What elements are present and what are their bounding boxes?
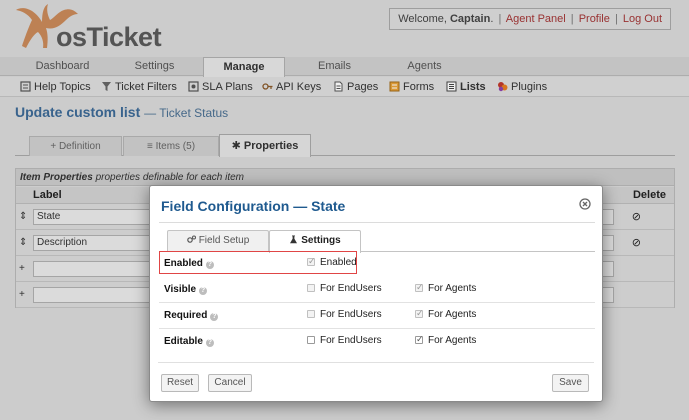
- help-icon[interactable]: ?: [205, 339, 214, 347]
- required-endusers-checkbox[interactable]: For EndUsers: [307, 309, 382, 320]
- flask-icon: [290, 235, 298, 244]
- dialog-tabs: Field Setup Settings: [159, 230, 595, 253]
- dialog-title: Field Configuration — State: [161, 198, 346, 214]
- checkbox-box[interactable]: [307, 310, 315, 318]
- editable-agents-checkbox[interactable]: For Agents: [415, 334, 477, 346]
- checkbox-box[interactable]: [307, 284, 315, 292]
- enabled-highlight-box: [159, 251, 357, 274]
- field-name: Editable?: [164, 336, 214, 347]
- field-name-text: Editable: [164, 336, 203, 347]
- option-label: For Agents: [428, 283, 477, 294]
- tab-settings[interactable]: Settings: [269, 230, 361, 253]
- help-icon[interactable]: ?: [210, 313, 219, 321]
- gears-icon: [186, 235, 196, 243]
- divider: [159, 222, 595, 223]
- option-label: For EndUsers: [320, 335, 382, 346]
- option-label: For Agents: [428, 309, 477, 320]
- tab-field-setup[interactable]: Field Setup: [167, 230, 269, 252]
- field-name: Required?: [164, 310, 219, 321]
- checkbox-box[interactable]: [415, 282, 424, 293]
- visible-endusers-checkbox[interactable]: For EndUsers: [307, 283, 382, 294]
- checkbox-box[interactable]: [307, 336, 315, 344]
- close-icon[interactable]: [579, 198, 591, 210]
- required-agents-checkbox[interactable]: For Agents: [415, 308, 477, 320]
- visible-agents-checkbox[interactable]: For Agents: [415, 282, 477, 294]
- save-button[interactable]: Save: [552, 374, 589, 392]
- field-name-text: Required: [164, 310, 208, 321]
- field-row-editable: Editable? For EndUsers For Agents: [159, 329, 595, 355]
- checkbox-box[interactable]: [415, 334, 424, 345]
- tab-label: Field Setup: [198, 235, 250, 246]
- footer-divider: [158, 362, 594, 363]
- checkbox-box[interactable]: [415, 308, 424, 319]
- field-name-text: Visible: [164, 284, 197, 295]
- option-label: For EndUsers: [320, 283, 382, 294]
- cancel-button[interactable]: Cancel: [208, 374, 252, 392]
- editable-endusers-checkbox[interactable]: For EndUsers: [307, 335, 382, 346]
- field-config-dialog: Field Configuration — State Field Setup …: [149, 185, 603, 402]
- field-name: Visible?: [164, 284, 208, 295]
- reset-button[interactable]: Reset: [161, 374, 199, 392]
- field-row-required: Required? For EndUsers For Agents: [159, 303, 595, 329]
- tab-label: Settings: [301, 235, 341, 246]
- option-label: For Agents: [428, 335, 477, 346]
- help-icon[interactable]: ?: [199, 287, 208, 295]
- option-label: For EndUsers: [320, 309, 382, 320]
- field-row-visible: Visible? For EndUsers For Agents: [159, 277, 595, 303]
